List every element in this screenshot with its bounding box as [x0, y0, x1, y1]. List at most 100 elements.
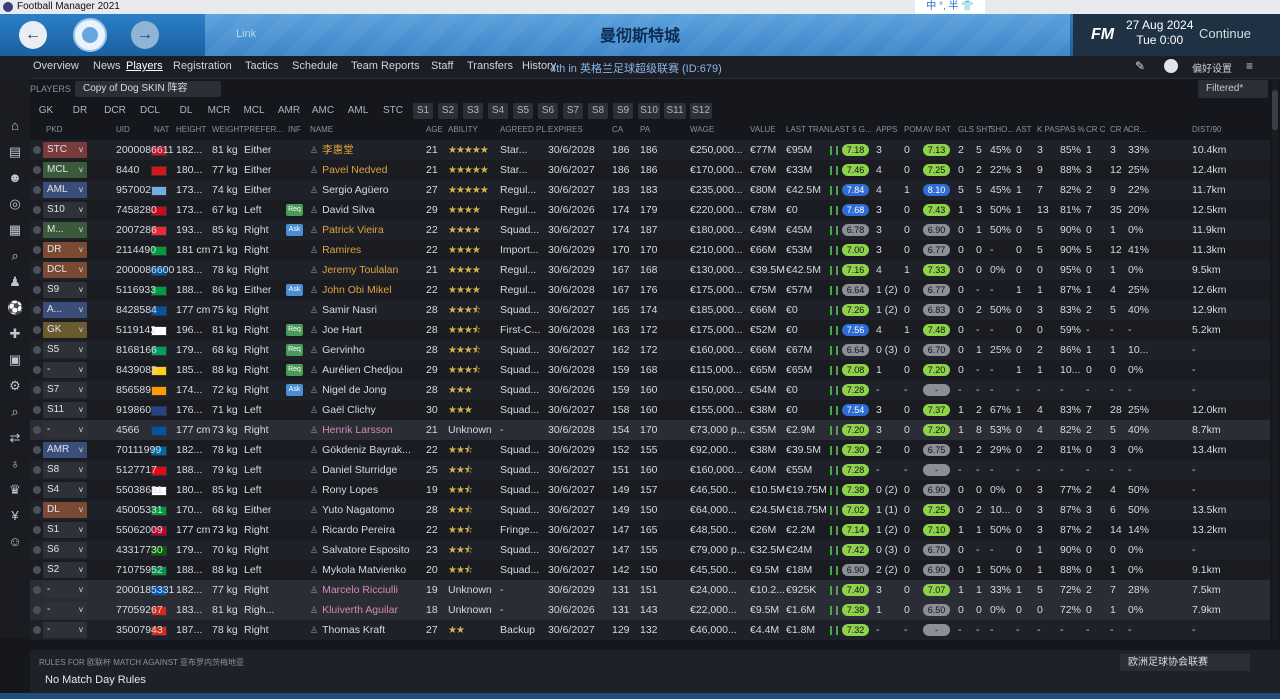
settings-link[interactable]: 偏好设置	[1192, 60, 1232, 75]
player-name[interactable]: Gaël Clichy	[322, 404, 376, 416]
player-name-link[interactable]: ♙ Samir Nasri	[310, 300, 377, 320]
inf-badge[interactable]: Req	[286, 324, 303, 336]
pkd-dropdown[interactable]: S10	[43, 202, 87, 218]
pos-tab-s2[interactable]: S2	[438, 103, 458, 119]
column-header[interactable]: HEIGHT	[176, 125, 206, 134]
pkd-dropdown[interactable]: A...	[43, 302, 87, 318]
pos-tab-s8[interactable]: S8	[588, 103, 608, 119]
column-header[interactable]: DIST/90	[1192, 125, 1221, 134]
table-row[interactable]: AMR70111999182...78 kgLeft22Squad...30/6…	[30, 440, 1270, 460]
row-select-icon[interactable]	[33, 206, 41, 214]
table-row[interactable]: S7 856589 174... 72 kg Right 28 Squad... 30/6/2…	[30, 380, 1270, 400]
player-name-link[interactable]: ♙ John Obi Mikel	[310, 280, 392, 300]
pkd-dropdown[interactable]: GK	[43, 322, 87, 338]
column-header[interactable]: CA	[612, 125, 623, 134]
player-name[interactable]: Mykola Matvienko	[322, 564, 406, 576]
pkd-dropdown[interactable]: S1	[43, 522, 87, 538]
pos-tab-amr[interactable]: AMR	[274, 103, 304, 119]
pos-tab-aml[interactable]: AML	[343, 103, 373, 119]
row-select-icon[interactable]	[33, 346, 41, 354]
pencil-icon[interactable]: ✎	[1135, 59, 1145, 73]
player-name-link[interactable]: ♙ Salvatore Esposito	[310, 540, 410, 560]
column-header[interactable]: PAS %	[1060, 125, 1085, 134]
player-name-link[interactable]: ♙ Patrick Vieira	[310, 220, 384, 240]
row-select-icon[interactable]	[33, 266, 41, 274]
pos-tab-mcr[interactable]: MCR	[204, 103, 234, 119]
row-select-icon[interactable]	[33, 506, 41, 514]
pos-tab-s7[interactable]: S7	[563, 103, 583, 119]
row-select-icon[interactable]	[33, 246, 41, 254]
player-name[interactable]: Joe Hart	[322, 324, 362, 336]
player-name[interactable]: 李惠堂	[322, 144, 354, 156]
player-name-link[interactable]: ♙ Yuto Nagatomo	[310, 500, 394, 520]
row-select-icon[interactable]	[33, 306, 41, 314]
player-name[interactable]: Pavel Nedved	[322, 164, 387, 176]
row-select-icon[interactable]	[33, 606, 41, 614]
column-header[interactable]: PA	[640, 125, 650, 134]
row-select-icon[interactable]	[33, 626, 41, 634]
pkd-dropdown[interactable]: S5	[43, 342, 87, 358]
filter-dropdown[interactable]: Filtered*	[1198, 80, 1268, 98]
manager-icon[interactable]: ☺	[7, 534, 23, 550]
table-row[interactable]: S10 7458280 173... 67 kg Left 29 Regul... 30/6/…	[30, 200, 1270, 220]
column-header[interactable]: LAST TRAN...	[786, 125, 836, 134]
nation-flag-icon[interactable]	[151, 386, 167, 396]
link-label[interactable]: Link	[236, 28, 256, 40]
menu-tactics[interactable]: Tactics	[245, 60, 279, 72]
pkd-dropdown[interactable]: AMR	[43, 442, 87, 458]
calendar-icon[interactable]: ▣	[7, 352, 23, 368]
player-name-link[interactable]: ♙ Ramires	[310, 240, 361, 260]
row-select-icon[interactable]	[33, 586, 41, 594]
column-header[interactable]: LAST 5 G...	[830, 125, 872, 134]
player-name[interactable]: Samir Nasri	[322, 304, 377, 316]
table-row[interactable]: S1 55062009 177 cm73 kg Right 22 Fringe... 30/…	[30, 520, 1270, 540]
row-select-icon[interactable]	[33, 466, 41, 474]
table-row[interactable]: - 77059267 183... 81 kg Righ... 18 - 30/6/2026 1…	[30, 600, 1270, 620]
pkd-dropdown[interactable]: S8	[43, 462, 87, 478]
pos-tab-s11[interactable]: S11	[664, 103, 686, 119]
column-header[interactable]: AGREED PL...	[500, 125, 552, 134]
pkd-dropdown[interactable]: -	[43, 582, 87, 598]
inbox-icon[interactable]: ▤	[7, 144, 23, 160]
player-name[interactable]: Patrick Vieira	[322, 224, 384, 236]
pos-tab-s3[interactable]: S3	[463, 103, 483, 119]
column-header[interactable]: NAT	[154, 125, 169, 134]
player-name-link[interactable]: ♙ Marcelo Ricciulli	[310, 580, 398, 600]
row-select-icon[interactable]	[33, 426, 41, 434]
player-name[interactable]: Rony Lopes	[322, 484, 378, 496]
pkd-dropdown[interactable]: S7	[43, 382, 87, 398]
player-name-link[interactable]: ♙ Henrik Larsson	[310, 420, 393, 440]
pkd-dropdown[interactable]: S9	[43, 282, 87, 298]
club-crest[interactable]	[73, 18, 107, 52]
trophy-icon[interactable]: ♛	[7, 482, 23, 498]
column-header[interactable]: WAGE	[690, 125, 714, 134]
column-header[interactable]: K PAS	[1037, 125, 1060, 134]
pkd-dropdown[interactable]: STC	[43, 142, 87, 158]
table-row[interactable]: - 35007943 187... 78 kg Right 27 Backup 30/6/20…	[30, 620, 1270, 640]
player-name[interactable]: David Silva	[322, 204, 375, 216]
player-name-link[interactable]: ♙ Mykola Matvienko	[310, 560, 406, 580]
row-select-icon[interactable]	[33, 166, 41, 174]
column-header[interactable]: EXPIRES	[548, 125, 583, 134]
pos-tab-gk[interactable]: GK	[34, 103, 58, 119]
pkd-dropdown[interactable]: MCL	[43, 162, 87, 178]
row-select-icon[interactable]	[33, 446, 41, 454]
column-header[interactable]: CR...	[1128, 125, 1146, 134]
pos-tab-s6[interactable]: S6	[538, 103, 558, 119]
pos-tab-mcl[interactable]: MCL	[240, 103, 268, 119]
menu-overview[interactable]: Overview	[33, 60, 79, 72]
settings-icon[interactable]: ⚙	[7, 378, 23, 394]
player-name[interactable]: Henrik Larsson	[322, 424, 393, 436]
column-header[interactable]: AGE	[426, 125, 443, 134]
player-name-link[interactable]: ♙ Gaël Clichy	[310, 400, 376, 420]
pos-tab-dl[interactable]: DL	[174, 103, 198, 119]
nation-flag-icon[interactable]	[151, 186, 167, 196]
column-header[interactable]: PKD	[46, 125, 62, 134]
player-name[interactable]: Salvatore Esposito	[322, 544, 410, 556]
row-select-icon[interactable]	[33, 486, 41, 494]
table-row[interactable]: MCL 8440 180... 77 kg Either 21 Star... 30/6/20…	[30, 160, 1270, 180]
finance-icon[interactable]: ♁	[7, 456, 23, 472]
row-select-icon[interactable]	[33, 366, 41, 374]
pkd-dropdown[interactable]: -	[43, 602, 87, 618]
table-scrollbar[interactable]	[1272, 80, 1278, 640]
